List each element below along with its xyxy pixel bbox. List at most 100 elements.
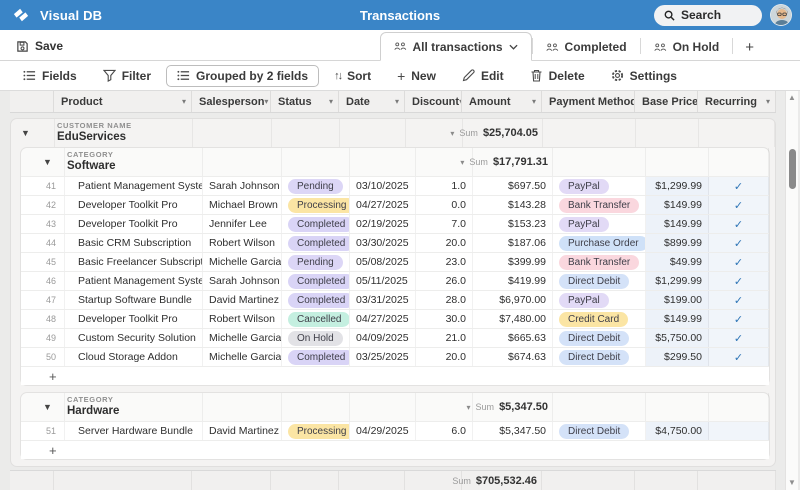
payment-method-pill[interactable]: Direct Debit [559,331,629,346]
group-sum-cell[interactable]: ▾Sum$25,704.05 [463,119,543,147]
payment-method-pill[interactable]: PayPal [559,217,609,232]
status-pill[interactable]: On Hold [288,331,343,346]
column-header-payment-method[interactable]: Payment Method▾ [542,91,635,112]
cell-discount[interactable]: 20.0 [416,234,473,252]
cell-product[interactable]: Custom Security Solution [65,329,203,347]
cell-payment-method[interactable]: Direct Debit [553,329,646,347]
cell-payment-method[interactable]: Direct Debit [553,272,646,290]
cell-status[interactable]: Processing [282,422,350,440]
cell-discount[interactable]: 23.0 [416,253,473,271]
cell-recurring[interactable]: ✓ [709,215,769,233]
cell-discount[interactable]: 20.0 [416,348,473,366]
cell-amount[interactable]: $674.63 [473,348,553,366]
cell-base-price[interactable]: $149.99 [646,215,709,233]
scroll-up-icon[interactable]: ▲ [788,91,796,105]
cell-amount[interactable]: $143.28 [473,196,553,214]
column-menu-caret-icon[interactable]: ▾ [182,97,186,106]
cell-salesperson[interactable]: Sarah Johnson [203,177,282,195]
payment-method-pill[interactable]: PayPal [559,293,609,308]
cell-base-price[interactable]: $149.99 [646,310,709,328]
cell-amount[interactable]: $419.99 [473,272,553,290]
vertical-scrollbar[interactable]: ▲ ▼ [785,91,798,490]
table-row[interactable]: 49Custom Security SolutionMichelle Garci… [21,328,769,347]
cell-product[interactable]: Basic CRM Subscription [65,234,203,252]
user-avatar[interactable] [770,4,792,26]
table-row[interactable]: 43Developer Toolkit ProJennifer LeeCompl… [21,214,769,233]
table-row[interactable]: 48Developer Toolkit ProRobert WilsonCanc… [21,309,769,328]
cell-salesperson[interactable]: Michelle Garcia [203,348,282,366]
cell-payment-method[interactable]: Bank Transfer [553,196,646,214]
cell-recurring[interactable]: ✓ [709,234,769,252]
cell-amount[interactable]: $6,970.00 [473,291,553,309]
cell-status[interactable]: Completed [282,348,350,366]
cell-amount[interactable]: $697.50 [473,177,553,195]
column-header-amount[interactable]: Amount▾ [462,91,542,112]
cell-date[interactable]: 04/29/2025 [350,422,416,440]
cell-salesperson[interactable]: Jennifer Lee [203,215,282,233]
cell-payment-method[interactable]: Purchase Order [553,234,646,252]
payment-method-pill[interactable]: Direct Debit [559,350,629,365]
cell-status[interactable]: On Hold [282,329,350,347]
cell-recurring[interactable]: ✓ [709,310,769,328]
cell-status[interactable]: Completed [282,291,350,309]
cell-product[interactable]: Server Hardware Bundle [65,422,203,440]
cell-date[interactable]: 03/10/2025 [350,177,416,195]
payment-method-pill[interactable]: Direct Debit [559,274,629,289]
sum-menu-caret-icon[interactable]: ▾ [460,158,464,167]
payment-method-pill[interactable]: Direct Debit [559,424,629,439]
status-pill[interactable]: Completed [288,350,350,365]
cell-date[interactable]: 03/31/2025 [350,291,416,309]
cell-product[interactable]: Developer Toolkit Pro [65,215,203,233]
group-sum-cell[interactable]: ▾Sum$17,791.31 [473,148,553,176]
table-row[interactable]: 51Server Hardware BundleDavid MartinezPr… [21,421,769,440]
cell-base-price[interactable]: $4,750.00 [646,422,709,440]
column-header-base-price[interactable]: Base Price▾ [635,91,698,112]
cell-recurring[interactable]: ✓ [709,329,769,347]
cell-discount[interactable]: 7.0 [416,215,473,233]
cell-recurring[interactable] [709,422,769,440]
table-row[interactable]: 42Developer Toolkit ProMichael BrownProc… [21,195,769,214]
cell-salesperson[interactable]: Michelle Garcia [203,253,282,271]
cell-recurring[interactable]: ✓ [709,177,769,195]
column-header-salesperson[interactable]: Salesperson▾ [192,91,271,112]
column-header-date[interactable]: Date▾ [339,91,405,112]
status-pill[interactable]: Pending [288,179,343,194]
scroll-thumb[interactable] [789,149,796,189]
cell-amount[interactable]: $399.99 [473,253,553,271]
cell-base-price[interactable]: $199.00 [646,291,709,309]
add-row-button[interactable]: + [21,366,769,385]
edit-button[interactable]: Edit [451,65,515,87]
cell-recurring[interactable]: ✓ [709,253,769,271]
cell-status[interactable]: Pending [282,177,350,195]
cell-base-price[interactable]: $299.50 [646,348,709,366]
column-header-product[interactable]: Product▾ [54,91,192,112]
cell-product[interactable]: Basic Freelancer Subscription [65,253,203,271]
table-row[interactable]: 44Basic CRM SubscriptionRobert WilsonCom… [21,233,769,252]
cell-date[interactable]: 02/19/2025 [350,215,416,233]
cell-date[interactable]: 04/27/2025 [350,196,416,214]
cell-payment-method[interactable]: Bank Transfer [553,253,646,271]
status-pill[interactable]: Processing [288,198,350,213]
settings-button[interactable]: Settings [600,65,688,87]
table-row[interactable]: 45Basic Freelancer SubscriptionMichelle … [21,252,769,271]
delete-button[interactable]: Delete [519,65,596,87]
cell-recurring[interactable]: ✓ [709,196,769,214]
tab-completed[interactable]: Completed [533,34,640,60]
cell-recurring[interactable]: ✓ [709,348,769,366]
cell-salesperson[interactable]: Michael Brown [203,196,282,214]
cell-amount[interactable]: $187.06 [473,234,553,252]
cell-status[interactable]: Completed [282,272,350,290]
cell-base-price[interactable]: $49.99 [646,253,709,271]
status-pill[interactable]: Completed [288,293,350,308]
cell-date[interactable]: 04/27/2025 [350,310,416,328]
column-menu-caret-icon[interactable]: ▾ [264,97,268,106]
payment-method-pill[interactable]: Credit Card [559,312,628,327]
save-button[interactable]: Save [16,39,63,53]
cell-amount[interactable]: $5,347.50 [473,422,553,440]
tab-all-transactions[interactable]: All transactions [380,32,532,61]
cell-product[interactable]: Startup Software Bundle [65,291,203,309]
status-pill[interactable]: Completed [288,217,350,232]
payment-method-pill[interactable]: Bank Transfer [559,198,639,213]
cell-discount[interactable]: 6.0 [416,422,473,440]
sum-menu-caret-icon[interactable]: ▾ [467,403,471,412]
